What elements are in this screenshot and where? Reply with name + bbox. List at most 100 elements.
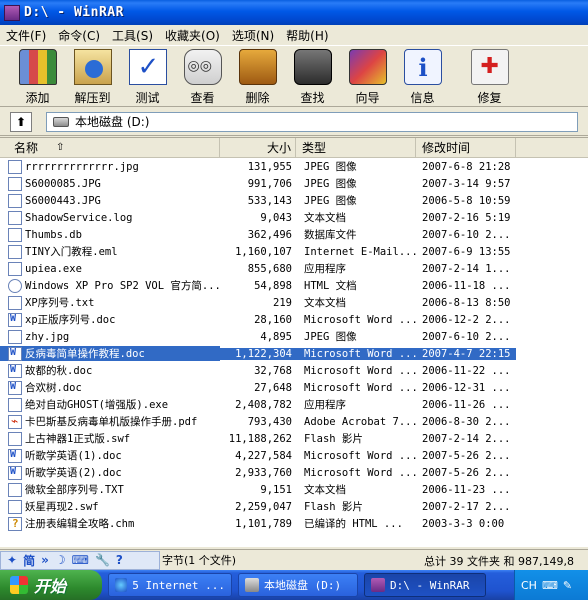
menu-file[interactable]: 文件(F)	[0, 27, 52, 44]
file-row[interactable]: 上古神器1正式版.swf 11,188,262 Flash 影片 2007-2-14 …	[0, 430, 588, 447]
menu-help[interactable]: 帮助(H)	[280, 27, 334, 44]
task-local-disk[interactable]: 本地磁盘 (D:)	[238, 573, 358, 597]
file-name-cell[interactable]: S6000085.JPG	[0, 176, 220, 191]
file-name-cell[interactable]: TINY入门教程.eml	[0, 244, 220, 259]
file-name-cell[interactable]: ShadowService.log	[0, 210, 220, 225]
file-eml-icon	[8, 244, 22, 259]
file-name-cell[interactable]: xp正版序列号.doc	[0, 312, 220, 327]
file-row[interactable]: rrrrrrrrrrrrrr.jpg 131,955 JPEG 图像 2007-6-8…	[0, 158, 588, 175]
file-name-cell[interactable]: XP序列号.txt	[0, 295, 220, 310]
winrar-app-icon[interactable]	[4, 4, 20, 21]
column-size[interactable]: 大小	[220, 138, 296, 157]
file-name-cell[interactable]: upiea.exe	[0, 261, 220, 276]
test-button[interactable]: 测试	[120, 46, 175, 106]
file-type: Flash 影片	[304, 501, 363, 513]
address-dropdown[interactable]: 本地磁盘 (D:)	[46, 111, 578, 132]
view-button[interactable]: 查看	[175, 46, 230, 106]
ime-help-icon[interactable]: ?	[116, 553, 123, 567]
file-name-cell[interactable]: 合欢树.doc	[0, 380, 220, 395]
file-name-cell[interactable]: Thumbs.db	[0, 227, 220, 242]
column-modified[interactable]: 修改时间	[416, 138, 516, 157]
file-type: Microsoft Word ...	[304, 466, 416, 479]
column-name[interactable]: 名称 ⇧	[0, 138, 220, 157]
file-txt-icon	[8, 482, 22, 497]
file-row[interactable]: ShadowService.log 9,043 文本文档 2007-2-16 5:19	[0, 209, 588, 226]
file-row[interactable]: 反病毒简单操作教程.doc 1,122,304Microsoft Word ...…	[0, 345, 588, 362]
file-row[interactable]: zhy.jpg 4,895 JPEG 图像 2007-6-10 2...	[0, 328, 588, 345]
title-bar[interactable]: D:\ - WinRAR	[0, 0, 588, 25]
start-button[interactable]: 开始	[0, 570, 102, 600]
task-winrar[interactable]: D:\ - WinRAR	[364, 573, 486, 597]
extract-to-button[interactable]: 解压到	[65, 46, 120, 106]
file-name-cell[interactable]: S6000443.JPG	[0, 193, 220, 208]
file-name-cell[interactable]: 上古神器1正式版.swf	[0, 431, 220, 446]
file-row[interactable]: upiea.exe 855,680 应用程序 2007-2-14 1...	[0, 260, 588, 277]
file-row[interactable]: 合欢树.doc 27,648 Microsoft Word ... 2006-12-3…	[0, 379, 588, 396]
file-modified: 2007-4-7 22:15	[416, 347, 516, 360]
file-row[interactable]: 听歌学英语(2).doc 2,933,760 Microsoft Word ... 2…	[0, 464, 588, 481]
file-name-cell[interactable]: Windows XP Pro SP2 VOL 官方简...	[0, 278, 220, 293]
file-row[interactable]: 注册表编辑全攻略.chm 1,101,789 已编译的 HTML ... 2003-3…	[0, 515, 588, 532]
status-selection: 字节(1 个文件)	[162, 554, 237, 567]
file-row[interactable]: 绝对自动GHOST(增强版).exe 2,408,782 应用程序 2006-11-2…	[0, 396, 588, 413]
file-size: 533,143	[247, 194, 292, 207]
file-name-cell[interactable]: 故都的秋.doc	[0, 363, 220, 378]
file-row[interactable]: 听歌学英语(1).doc 4,227,584 Microsoft Word ... 2…	[0, 447, 588, 464]
file-row[interactable]: 故都的秋.doc 32,768 Microsoft Word ... 2006-11-…	[0, 362, 588, 379]
info-button[interactable]: 信息	[395, 46, 450, 106]
up-folder-button[interactable]: ⬆	[10, 111, 32, 132]
test-icon	[128, 49, 167, 85]
ime-toolbar[interactable]: ✦ 简 » ☽ ⌨ 🔧 ?	[0, 550, 160, 570]
ime-moon-icon[interactable]: ☽	[55, 553, 66, 567]
delete-button[interactable]: 删除	[230, 46, 285, 106]
file-row[interactable]: xp正版序列号.doc 28,160 Microsoft Word ... 2006-…	[0, 311, 588, 328]
add-button[interactable]: 添加	[10, 46, 65, 106]
ime-keyboard-icon[interactable]: ⌨	[72, 553, 89, 567]
file-name-cell[interactable]: zhy.jpg	[0, 329, 220, 344]
ime-settings-icon[interactable]: 🔧	[95, 553, 110, 567]
find-button[interactable]: 查找	[285, 46, 340, 106]
file-name-cell[interactable]: 听歌学英语(2).doc	[0, 465, 220, 480]
file-type: 文本文档	[304, 484, 346, 496]
file-row[interactable]: XP序列号.txt 219 文本文档 2006-8-13 8:50	[0, 294, 588, 311]
file-name-cell[interactable]: 卡巴斯基反病毒单机版操作手册.pdf	[0, 414, 220, 429]
file-modified: 2007-3-14 9:57	[422, 177, 511, 190]
file-row[interactable]: 妖星再现2.swf 2,259,047 Flash 影片 2007-2-17 2...	[0, 498, 588, 515]
menu-options[interactable]: 选项(N)	[226, 27, 280, 44]
wizard-button[interactable]: 向导	[340, 46, 395, 106]
file-name-cell[interactable]: 绝对自动GHOST(增强版).exe	[0, 397, 220, 412]
file-name-cell[interactable]: rrrrrrrrrrrrrr.jpg	[0, 159, 220, 174]
file-row[interactable]: TINY入门教程.eml 1,160,107 Internet E-Mail... 2…	[0, 243, 588, 260]
pen-icon[interactable]: ✎	[563, 579, 572, 592]
file-row[interactable]: Thumbs.db 362,496 数据库文件 2007-6-10 2...	[0, 226, 588, 243]
file-row[interactable]: S6000443.JPG 533,143 JPEG 图像 2006-5-8 10:59	[0, 192, 588, 209]
file-name-cell[interactable]: 注册表编辑全攻略.chm	[0, 516, 220, 531]
column-size-label: 大小	[266, 141, 291, 155]
file-name-cell[interactable]: 反病毒简单操作教程.doc	[0, 346, 220, 361]
repair-label: 修复	[477, 91, 502, 105]
file-row[interactable]: S6000085.JPG 991,706 JPEG 图像 2007-3-14 9:57	[0, 175, 588, 192]
repair-button[interactable]: 修复	[462, 46, 517, 106]
file-name: 反病毒简单操作教程.doc	[25, 348, 145, 360]
file-size: 131,955	[247, 160, 292, 173]
column-type[interactable]: 类型	[296, 138, 416, 157]
file-name-cell[interactable]: 微软全部序列号.TXT	[0, 482, 220, 497]
ime-simplified-icon[interactable]: 简	[23, 552, 35, 569]
file-row[interactable]: 卡巴斯基反病毒单机版操作手册.pdf 793,430 Adobe Acrobat 7…	[0, 413, 588, 430]
ime-punct-icon[interactable]: »	[41, 553, 49, 567]
keyboard-icon[interactable]: ⌨	[542, 579, 558, 592]
delete-icon	[238, 49, 277, 85]
file-name-cell[interactable]: 妖星再现2.swf	[0, 499, 220, 514]
file-row[interactable]: 微软全部序列号.TXT 9,151 文本文档 2006-11-23 ...	[0, 481, 588, 498]
file-name: Thumbs.db	[25, 228, 82, 241]
file-row[interactable]: Windows XP Pro SP2 VOL 官方简... 54,898 HTML …	[0, 277, 588, 294]
file-doc-icon	[8, 448, 22, 463]
language-indicator[interactable]: CH	[521, 579, 537, 592]
menu-tools[interactable]: 工具(S)	[106, 27, 159, 44]
menu-commands[interactable]: 命令(C)	[52, 27, 106, 44]
task-internet-explorer[interactable]: 5 Internet ...	[108, 573, 232, 597]
ime-sparkle-icon[interactable]: ✦	[7, 553, 17, 567]
file-doc-icon	[8, 465, 22, 480]
menu-favorites[interactable]: 收藏夹(O)	[159, 27, 226, 44]
file-name-cell[interactable]: 听歌学英语(1).doc	[0, 448, 220, 463]
